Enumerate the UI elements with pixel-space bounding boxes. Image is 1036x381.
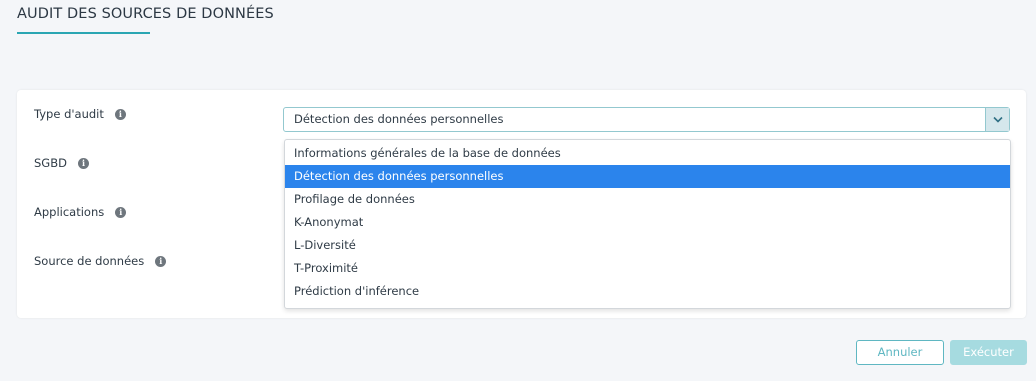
field-label-dbms: SGBD i [34,156,89,170]
option-k-anonymity[interactable]: K-Anonymat [285,211,1010,234]
cancel-button[interactable]: Annuler [856,340,944,365]
info-icon[interactable]: i [77,157,89,169]
chevron-down-icon [992,116,1003,123]
option-t-closeness[interactable]: T-Proximité [285,257,1010,280]
info-icon[interactable]: i [155,255,167,267]
option-inference-prediction[interactable]: Prédiction d'inférence [285,280,1010,303]
field-label-text: Applications [34,205,105,219]
audit-type-select-value: Détection des données personnelles [294,112,504,126]
page-title: AUDIT DES SOURCES DE DONNÉES [17,6,274,22]
field-label-audit-type: Type d'audit i [34,107,126,121]
run-button[interactable]: Exécuter [950,340,1027,365]
field-label-text: SGBD [34,156,67,170]
audit-type-options-list: Informations générales de la base de don… [284,139,1011,309]
dropdown-toggle[interactable] [985,108,1009,131]
audit-type-select[interactable]: Détection des données personnelles [283,107,1010,132]
info-icon[interactable]: i [114,108,126,120]
option-personal-data-detection[interactable]: Détection des données personnelles [285,165,1010,188]
info-icon[interactable]: i [115,206,127,218]
option-general-info[interactable]: Informations générales de la base de don… [285,142,1010,165]
option-l-diversity[interactable]: L-Diversité [285,234,1010,257]
field-label-text: Source de données [34,254,145,268]
field-label-data-source: Source de données i [34,254,167,268]
field-label-text: Type d'audit [34,107,104,121]
option-data-profiling[interactable]: Profilage de données [285,188,1010,211]
field-label-applications: Applications i [34,205,127,219]
title-underline [17,32,150,34]
